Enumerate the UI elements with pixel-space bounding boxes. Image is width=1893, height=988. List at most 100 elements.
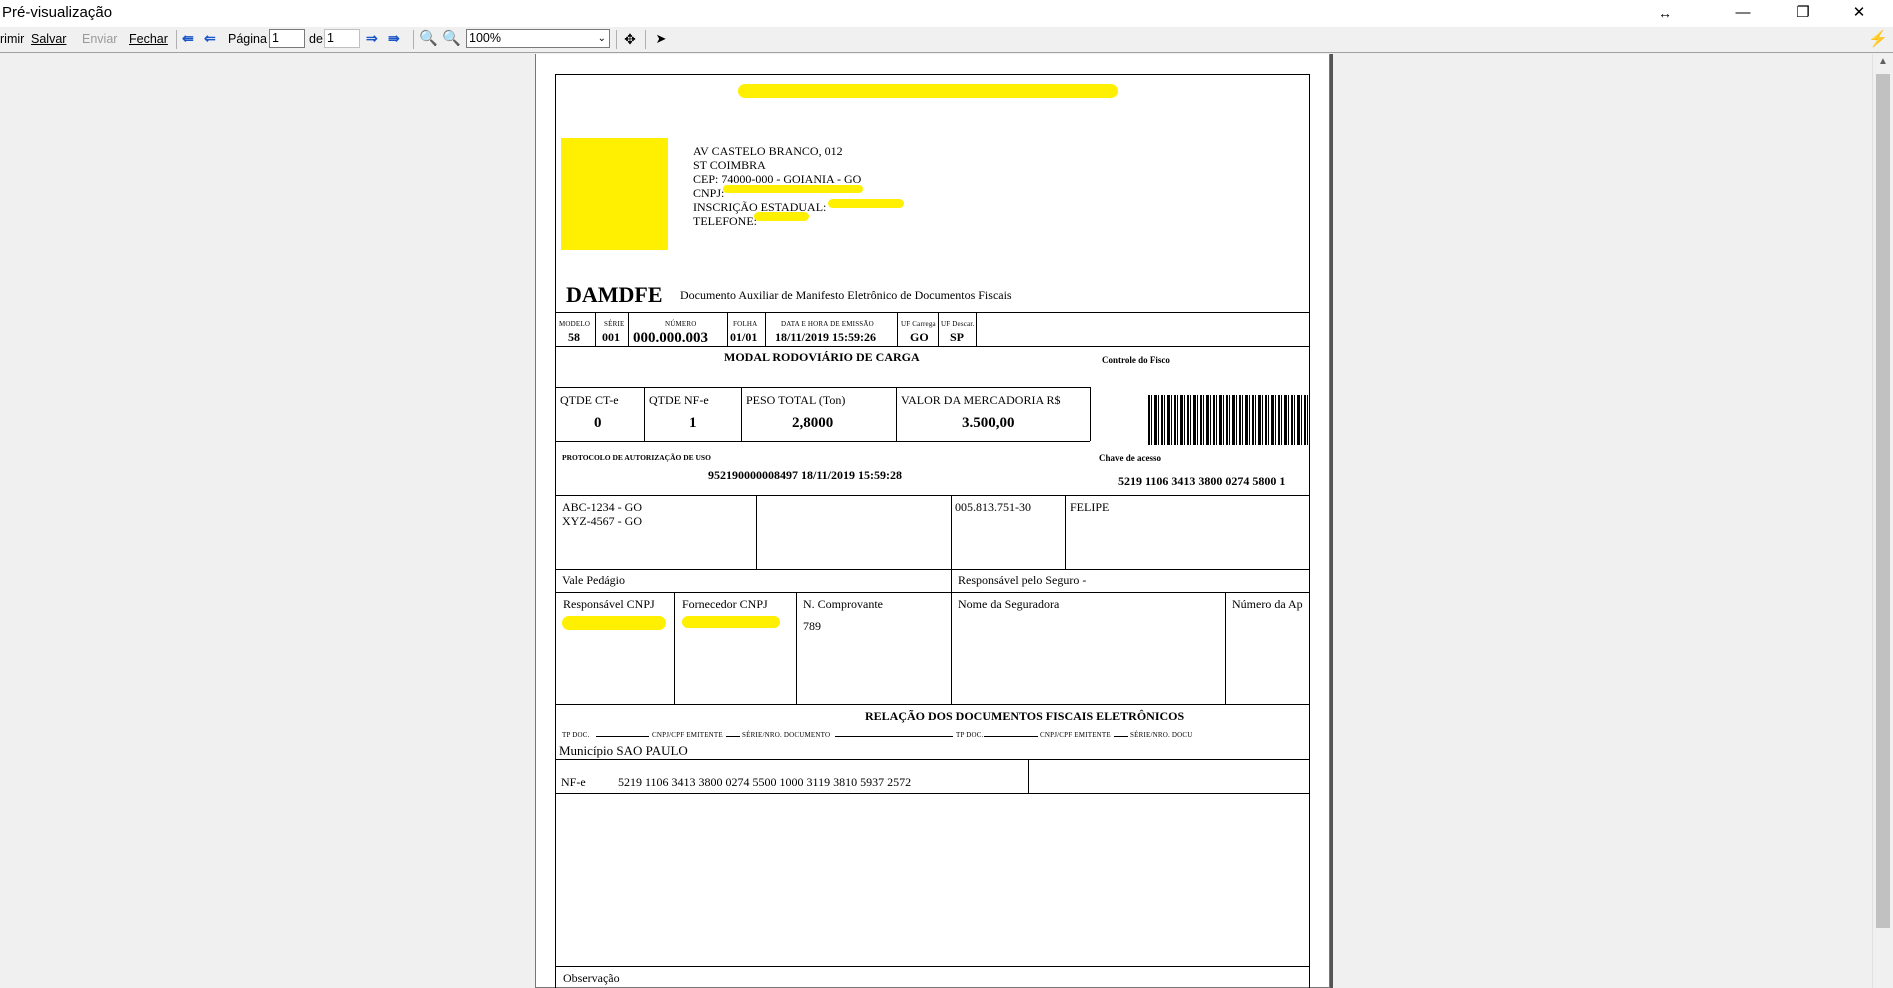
observacao-label: Observação <box>563 971 620 985</box>
redacted-logo <box>561 138 668 250</box>
uf-carrega-value: GO <box>910 330 929 344</box>
vehicle-list: ABC-1234 - GO XYZ-4567 - GO <box>562 500 642 528</box>
divider <box>556 312 1309 313</box>
pan-icon[interactable]: ✥ <box>621 30 639 48</box>
close-button[interactable]: ✕ <box>1836 0 1882 27</box>
n-comprovante-value: 789 <box>803 619 821 633</box>
qtde-nfe-label: QTDE NF-e <box>649 393 709 407</box>
restore-button[interactable]: ❐ <box>1780 0 1826 27</box>
toolbar-separator <box>413 30 414 49</box>
doc-title: DAMDFE <box>566 282 663 307</box>
divider <box>628 312 629 346</box>
chave-label: Chave de acesso <box>1099 453 1161 463</box>
first-page-icon[interactable]: ⇚ <box>182 30 194 47</box>
n-comprovante-label: N. Comprovante <box>803 597 883 611</box>
scrollbar-thumb[interactable] <box>1876 74 1890 928</box>
close-preview-button[interactable]: Fechar <box>129 32 168 46</box>
pointer-icon[interactable]: ➤ <box>652 30 670 48</box>
fornecedor-cnpj-label: Fornecedor CNPJ <box>682 597 768 611</box>
divider <box>556 759 1309 760</box>
toolbar-separator <box>616 30 617 49</box>
divider <box>556 793 1309 794</box>
col-underline <box>726 736 740 737</box>
divider <box>595 312 596 346</box>
vehicle-plate: ABC-1234 - GO <box>562 500 642 514</box>
resp-seguro-label: Responsável pelo Seguro - <box>958 573 1087 587</box>
address-line: ST COIMBRA <box>693 158 766 172</box>
last-page-icon[interactable]: ⇛ <box>388 30 400 47</box>
prev-page-icon[interactable]: ⇐ <box>204 30 216 47</box>
col-underline <box>1114 736 1128 737</box>
document-page: AV CASTELO BRANCO, 012 ST COIMBRA CEP: 7… <box>535 54 1330 988</box>
uf-descar-value: SP <box>950 330 965 344</box>
zoom-in-icon[interactable]: 🔍 <box>442 30 461 48</box>
page-label: Página <box>228 32 267 46</box>
divider <box>741 387 742 441</box>
emissao-value: 18/11/2019 15:59:26 <box>775 330 876 344</box>
send-button[interactable]: Enviar <box>82 32 117 46</box>
peso-value: 2,8000 <box>792 415 834 431</box>
zoom-out-icon[interactable]: 🔍 <box>419 30 438 48</box>
controle-fisco-label: Controle do Fisco <box>1102 355 1170 365</box>
divider <box>1090 387 1091 441</box>
divider <box>556 592 1309 593</box>
zoom-select[interactable]: 100% ⌄ <box>466 29 610 48</box>
emissao-label: DATA E HORA DE EMISSÃO <box>781 320 874 328</box>
protocolo-label: PROTOCOLO DE AUTORIZAÇÃO DE USO <box>562 453 711 462</box>
divider <box>1028 759 1029 793</box>
relacao-title: RELAÇÃO DOS DOCUMENTOS FISCAIS ELETRÔNIC… <box>865 709 1185 723</box>
chave-value: 5219 1106 3413 3800 0274 5800 1 <box>1118 474 1286 488</box>
preview-viewer[interactable]: AV CASTELO BRANCO, 012 ST COIMBRA CEP: 7… <box>0 54 1872 988</box>
vertical-scrollbar[interactable]: ▲ <box>1872 54 1893 988</box>
divider <box>765 312 766 346</box>
folha-label: FOLHA <box>733 320 758 328</box>
valor-label: VALOR DA MERCADORIA R$ <box>901 393 1061 407</box>
save-button[interactable]: Salvar <box>31 32 66 46</box>
redacted-resp-cnpj <box>562 616 666 630</box>
col-underline <box>835 736 953 737</box>
vehicle-plate: XYZ-4567 - GO <box>562 514 642 528</box>
col-cnpj-emitente-2: CNPJ/CPF EMITENTE <box>1040 731 1111 739</box>
numero-ap-label: Número da Ap <box>1232 597 1303 611</box>
divider <box>1225 592 1226 704</box>
divider <box>951 495 952 569</box>
divider <box>556 387 1090 388</box>
doc-subtitle: Documento Auxiliar de Manifesto Eletrôni… <box>680 288 1012 302</box>
nfe-type: NF-e <box>561 775 586 789</box>
modal-title: MODAL RODOVIÁRIO DE CARGA <box>724 350 920 364</box>
municipio-label: Município SAO PAULO <box>559 743 688 758</box>
col-cnpj-emitente: CNPJ/CPF EMITENTE <box>652 731 723 739</box>
seguradora-label: Nome da Seguradora <box>958 597 1060 611</box>
nfe-key: 5219 1106 3413 3800 0274 5500 1000 3119 … <box>618 775 912 789</box>
next-page-icon[interactable]: ⇒ <box>366 30 378 47</box>
minimize-button[interactable]: — <box>1720 0 1766 27</box>
of-label: de <box>309 32 323 46</box>
divider <box>951 569 952 704</box>
divider <box>556 569 1309 570</box>
modelo-value: 58 <box>568 330 580 344</box>
uf-carrega-label: UF Carrega <box>901 320 936 328</box>
print-button[interactable]: rimir <box>0 32 24 46</box>
window-title: Pré-visualização <box>2 4 113 21</box>
protocolo-value: 952190000008497 18/11/2019 15:59:28 <box>708 468 902 482</box>
col-tp-doc-2: TP DOC. <box>956 731 984 739</box>
divider <box>756 495 757 569</box>
divider <box>556 966 1309 967</box>
vale-pedagio-label: Vale Pedágio <box>562 573 625 587</box>
numero-label: NÚMERO <box>665 320 697 328</box>
valor-value: 3.500,00 <box>962 415 1015 431</box>
divider <box>727 312 728 346</box>
resp-cnpj-label: Responsável CNPJ <box>563 597 655 611</box>
page-input[interactable]: 1 <box>269 29 305 48</box>
damdfe-document: AV CASTELO BRANCO, 012 ST COIMBRA CEP: 7… <box>555 74 1310 988</box>
col-underline <box>984 736 1038 737</box>
divider <box>556 495 1309 496</box>
scroll-up-icon[interactable]: ▲ <box>1873 56 1893 72</box>
divider <box>556 441 1090 442</box>
folha-value: 01/01 <box>730 330 758 344</box>
address-line: CEP: 74000-000 - GOIANIA - GO <box>693 172 862 186</box>
toolbar-separator <box>176 30 177 49</box>
redacted-ie <box>828 199 904 208</box>
resize-icon: ↔ <box>1658 5 1672 21</box>
relacao-columns: TP DOC. CNPJ/CPF EMITENTE SÉRIE/NRO. DOC… <box>562 731 1309 743</box>
